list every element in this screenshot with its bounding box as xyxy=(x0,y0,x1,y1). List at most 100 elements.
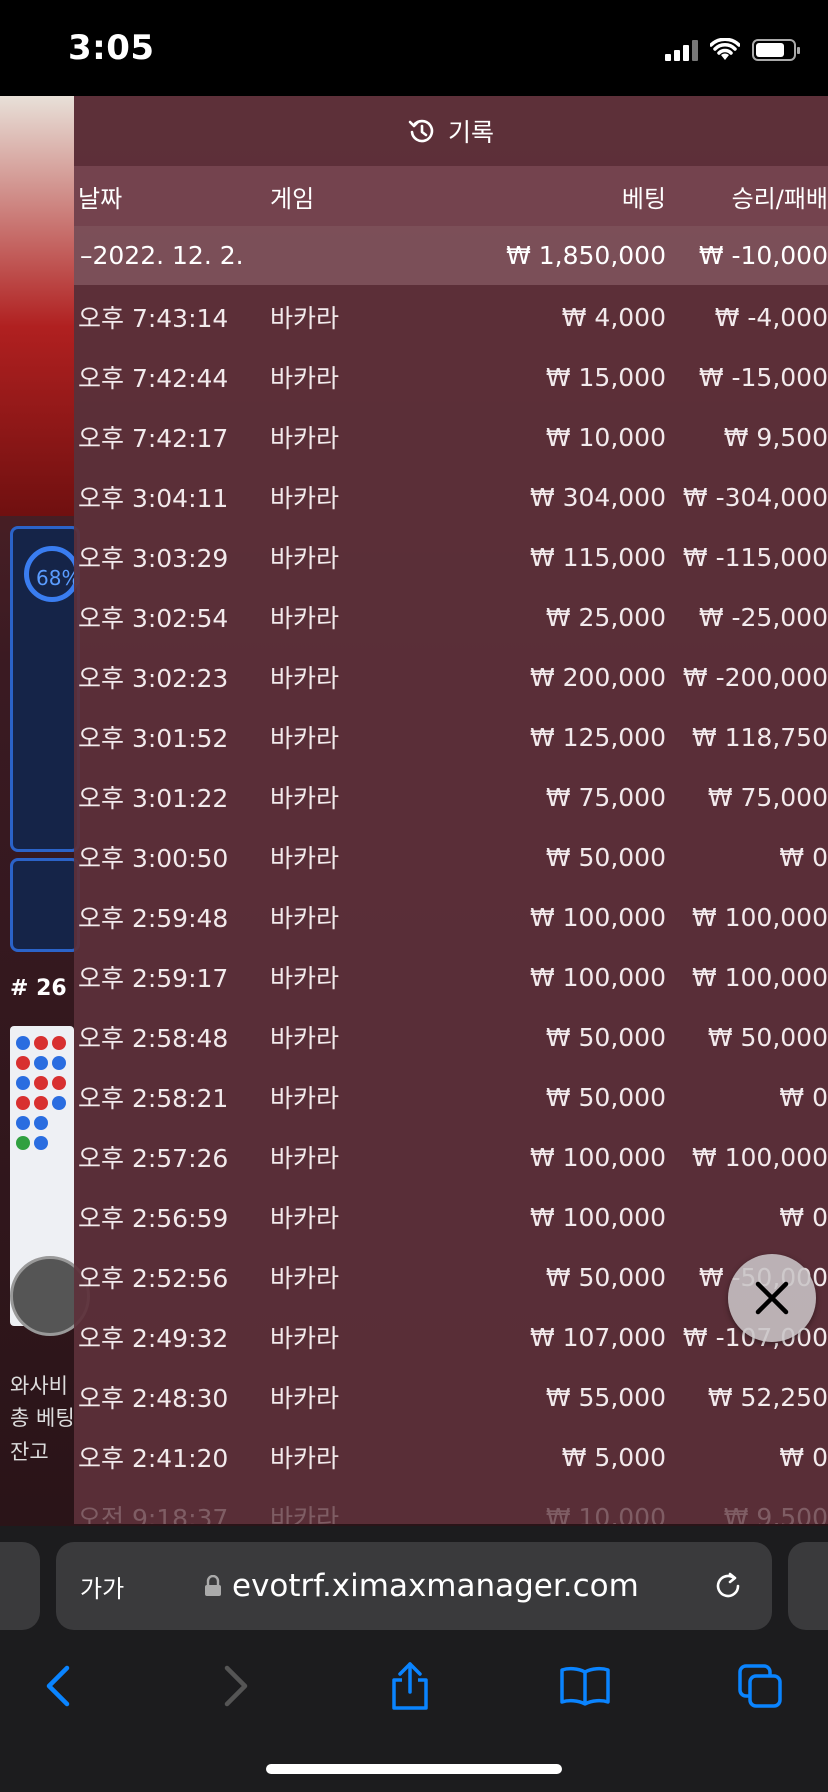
table-row[interactable]: 오후 3:01:22 바카라 ₩ 75,000 ₩ 75,000 xyxy=(74,767,828,827)
bet-panel[interactable] xyxy=(10,858,80,952)
info-line-1: 와사비 xyxy=(10,1374,68,1398)
row-time: 오후 2:59:48 xyxy=(78,904,229,933)
lock-icon xyxy=(205,1575,221,1596)
row-game: 바카라 xyxy=(270,544,340,573)
table-header: 날짜 게임 베팅 승리/패배 xyxy=(74,166,828,226)
row-game: 바카라 xyxy=(270,784,340,813)
url-display[interactable]: evotrf.ximaxmanager.com xyxy=(204,1568,639,1604)
date-group-date: –2022. 12. 2. xyxy=(80,241,244,270)
reader-settings-button[interactable]: 가가 xyxy=(80,1569,124,1604)
table-row[interactable]: 오후 3:03:29 바카라 ₩ 115,000 ₩ -115,000 xyxy=(74,527,828,587)
date-group-bet-total: ₩ 1,850,000 xyxy=(506,241,666,270)
history-icon xyxy=(408,119,434,143)
forward-button[interactable] xyxy=(206,1656,266,1716)
table-row[interactable]: 오후 7:42:44 바카라 ₩ 15,000 ₩ -15,000 xyxy=(74,347,828,407)
table-row[interactable]: 오후 7:43:14 바카라 ₩ 4,000 ₩ -4,000 xyxy=(74,287,828,347)
reload-icon[interactable] xyxy=(710,1568,746,1604)
row-bet: ₩ 100,000 xyxy=(529,1142,666,1172)
row-game: 바카라 xyxy=(270,604,340,633)
row-time: 오후 2:59:17 xyxy=(78,964,229,993)
table-row[interactable]: 오후 3:00:50 바카라 ₩ 50,000 ₩ 0 xyxy=(74,827,828,887)
row-bet: ₩ 4,000 xyxy=(561,302,666,332)
row-bet: ₩ 50,000 xyxy=(545,1082,666,1112)
column-bet: 베팅 xyxy=(621,184,666,213)
next-tab-preview[interactable] xyxy=(788,1542,828,1630)
row-time: 오후 3:02:23 xyxy=(78,664,229,693)
column-game: 게임 xyxy=(270,184,315,213)
date-group-win-loss-total: ₩ -10,000 xyxy=(698,241,828,270)
row-win-loss: ₩ -304,000 xyxy=(682,482,828,512)
row-bet: ₩ 5,000 xyxy=(561,1442,666,1472)
round-label: # 26 xyxy=(10,976,67,1001)
row-win-loss: ₩ 0 xyxy=(779,1082,828,1112)
wifi-icon xyxy=(710,38,740,60)
table-row[interactable]: 오전 9:18:37 바카라 ₩ 10,000 ₩ 9,500 xyxy=(74,1487,828,1525)
back-icon xyxy=(46,1665,70,1707)
row-win-loss: ₩ 9,500 xyxy=(723,422,828,452)
previous-tab-preview[interactable] xyxy=(0,1542,40,1630)
home-indicator[interactable] xyxy=(266,1764,562,1774)
row-time: 오후 2:48:30 xyxy=(78,1384,229,1413)
history-rows: 오후 7:43:14 바카라 ₩ 4,000 ₩ -4,000 오후 7:42:44 바… xyxy=(74,285,828,1525)
row-bet: ₩ 100,000 xyxy=(529,902,666,932)
row-win-loss: ₩ -25,000 xyxy=(698,602,828,632)
row-win-loss: ₩ 50,000 xyxy=(707,1022,828,1052)
date-group-row[interactable]: –2022. 12. 2. ₩ 1,850,000 ₩ -10,000 xyxy=(74,226,828,285)
row-game: 바카라 xyxy=(270,304,340,333)
row-time: 오후 7:42:17 xyxy=(78,424,229,453)
row-time: 오후 3:04:11 xyxy=(78,484,229,513)
history-header: 기록 xyxy=(74,96,828,166)
row-game: 바카라 xyxy=(270,424,340,453)
row-win-loss: ₩ 100,000 xyxy=(691,1142,828,1172)
table-row[interactable]: 오후 3:04:11 바카라 ₩ 304,000 ₩ -304,000 xyxy=(74,467,828,527)
status-bar: 3:05 xyxy=(0,0,828,96)
row-game: 바카라 xyxy=(270,1144,340,1173)
row-game: 바카라 xyxy=(270,1024,340,1053)
cellular-signal-icon xyxy=(665,39,698,61)
tabs-button[interactable] xyxy=(730,1656,790,1716)
row-game: 바카라 xyxy=(270,364,340,393)
battery-icon xyxy=(752,39,800,61)
close-button[interactable] xyxy=(728,1254,816,1342)
table-row[interactable]: 오후 3:01:52 바카라 ₩ 125,000 ₩ 118,750 xyxy=(74,707,828,767)
table-row[interactable]: 오후 2:59:17 바카라 ₩ 100,000 ₩ 100,000 xyxy=(74,947,828,1007)
table-row[interactable]: 오후 2:58:21 바카라 ₩ 50,000 ₩ 0 xyxy=(74,1067,828,1127)
row-time: 오후 3:03:29 xyxy=(78,544,229,573)
column-win-loss: 승리/패배 xyxy=(731,184,828,213)
table-row[interactable]: 오후 3:02:54 바카라 ₩ 25,000 ₩ -25,000 xyxy=(74,587,828,647)
table-row[interactable]: 오후 2:48:30 바카라 ₩ 55,000 ₩ 52,250 xyxy=(74,1367,828,1427)
table-row[interactable]: 오후 2:41:20 바카라 ₩ 5,000 ₩ 0 xyxy=(74,1427,828,1487)
address-bar[interactable]: 가가 evotrf.ximaxmanager.com xyxy=(56,1542,772,1630)
row-game: 바카라 xyxy=(270,1084,340,1113)
row-time: 오후 2:56:59 xyxy=(78,1204,229,1233)
row-game: 바카라 xyxy=(270,484,340,513)
table-row[interactable]: 오후 7:42:17 바카라 ₩ 10,000 ₩ 9,500 xyxy=(74,407,828,467)
row-win-loss: ₩ 100,000 xyxy=(691,962,828,992)
table-row[interactable]: 오후 2:59:48 바카라 ₩ 100,000 ₩ 100,000 xyxy=(74,887,828,947)
table-row[interactable]: 오후 2:58:48 바카라 ₩ 50,000 ₩ 50,000 xyxy=(74,1007,828,1067)
close-icon xyxy=(755,1281,789,1315)
row-win-loss: ₩ 118,750 xyxy=(691,722,828,752)
table-row[interactable]: 오후 2:57:26 바카라 ₩ 100,000 ₩ 100,000 xyxy=(74,1127,828,1187)
row-bet: ₩ 125,000 xyxy=(529,722,666,752)
history-panel: 기록 날짜 게임 베팅 승리/패배 –2022. 12. 2. ₩ 1,850,… xyxy=(74,96,828,1524)
history-title: 기록 xyxy=(447,118,494,147)
back-button[interactable] xyxy=(28,1656,88,1716)
row-bet: ₩ 200,000 xyxy=(529,662,666,692)
row-bet: ₩ 15,000 xyxy=(545,362,666,392)
row-game: 바카라 xyxy=(270,844,340,873)
row-time: 오전 9:18:37 xyxy=(78,1504,229,1524)
row-win-loss: ₩ -115,000 xyxy=(682,542,828,572)
row-bet: ₩ 55,000 xyxy=(545,1382,666,1412)
share-button[interactable] xyxy=(380,1656,440,1716)
bookmarks-button[interactable] xyxy=(555,1656,615,1716)
table-row[interactable]: 오후 3:02:23 바카라 ₩ 200,000 ₩ -200,000 xyxy=(74,647,828,707)
table-row[interactable]: 오후 2:52:56바카라₩ 50,000₩ -50,000 xyxy=(74,1247,828,1307)
row-win-loss: ₩ 100,000 xyxy=(691,902,828,932)
row-game: 바카라 xyxy=(270,904,340,933)
row-bet: ₩ 100,000 xyxy=(529,962,666,992)
table-row[interactable]: 오후 2:49:32바카라₩ 107,000₩ -107,000 xyxy=(74,1307,828,1367)
row-win-loss: ₩ -15,000 xyxy=(698,362,828,392)
url-text: evotrf.ximaxmanager.com xyxy=(232,1568,639,1604)
table-row[interactable]: 오후 2:56:59 바카라 ₩ 100,000 ₩ 0 xyxy=(74,1187,828,1247)
